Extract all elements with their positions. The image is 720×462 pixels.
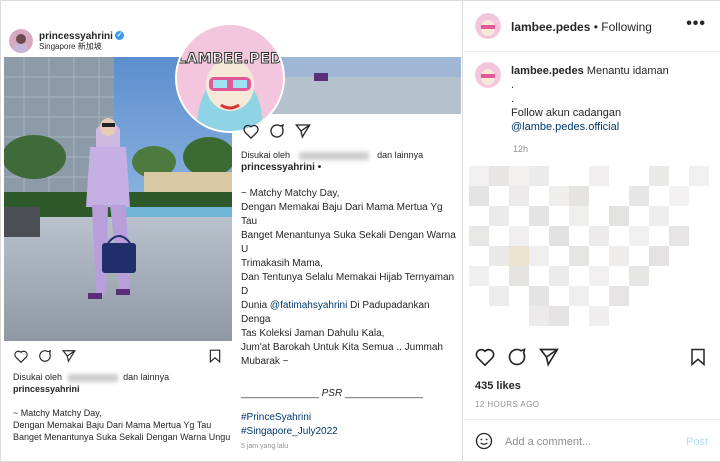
caption-time: 12h	[513, 144, 529, 154]
blurred-username	[298, 151, 369, 160]
caption-line: Banget Menantunya Suka Sekali Dengan War…	[241, 230, 456, 255]
comment-icon[interactable]	[507, 347, 527, 372]
overlay-likes: Disukai oleh dan lainnya	[241, 149, 461, 161]
header-avatar[interactable]	[475, 13, 501, 39]
post-caption: lambee.pedes Menantu idaman . . Follow a…	[511, 64, 711, 134]
caption-line: Jum'at Barokah Untuk Kita Semua .. Jumma…	[241, 342, 443, 353]
blurred-comments	[469, 166, 709, 336]
caption-line: Dengan Memakai Baju Dari Mama Mertua Yg …	[13, 420, 212, 430]
bookmark-icon[interactable]	[209, 349, 221, 368]
caption-line: ~ Matchy Matchy Day,	[241, 188, 340, 199]
likes-count[interactable]: 435 likes	[475, 380, 521, 392]
hashtag-link[interactable]: #PrinceSyahrini	[241, 411, 461, 425]
blurred-username	[67, 373, 118, 382]
likes-suffix: dan lainnya	[377, 150, 424, 160]
caption-line: Dunia	[241, 300, 268, 311]
caption-line: Mubarak ~	[241, 356, 289, 367]
mention-link[interactable]: @fatimahsyahrini	[270, 300, 347, 311]
inner-avatar[interactable]	[9, 29, 33, 53]
post-actions	[475, 347, 559, 372]
inner-location[interactable]: Singapore 新加坡	[39, 42, 124, 52]
instagram-post-panel: lambee.pedes • Following ••• lambee.pede…	[462, 1, 720, 461]
caption-dot: .	[511, 79, 515, 91]
emoji-icon[interactable]	[475, 432, 493, 455]
caption-line: Banget Menantunya Suka Sekali Dengan War…	[13, 432, 231, 442]
more-options-icon[interactable]: •••	[686, 15, 706, 33]
inner-post-text: Disukai oleh dan lainnya princessyahrini…	[13, 371, 238, 443]
following-button[interactable]: Following	[601, 20, 652, 34]
overlay-post-text: Disukai oleh dan lainnya princessyahrini…	[241, 149, 461, 450]
heart-icon[interactable]	[243, 124, 259, 144]
signature-line: ______________ PSR ______________	[241, 388, 423, 399]
caption-line: Trimakasih Mama,	[241, 258, 323, 269]
screenshot-frame: princessyahrini ✓ Singapore 新加坡 LAMBEE.P…	[0, 0, 720, 462]
share-icon[interactable]	[538, 347, 559, 372]
overlay-caption: ~ Matchy Matchy Day, Dengan Memakai Baju…	[241, 187, 461, 369]
inner-actions	[14, 349, 76, 368]
header-username[interactable]: lambee.pedes	[511, 20, 590, 34]
caption-line: Dan Tentunya Selalu Memakai Hijab Ternya…	[241, 272, 455, 297]
caption-dot: .	[511, 93, 515, 105]
separator: •	[593, 20, 598, 34]
caption-text: Menantu idaman	[586, 65, 669, 77]
overlay-actions	[243, 123, 311, 144]
caption-account-link[interactable]: @lambe.pedes.official	[511, 120, 711, 134]
likes-suffix: dan lainnya	[123, 372, 170, 382]
inner-username[interactable]: princessyahrini	[39, 31, 113, 42]
inner-caption-user[interactable]: princessyahrini	[13, 383, 238, 395]
save-bookmark-icon[interactable]	[690, 348, 706, 371]
comment-input[interactable]: Add a comment...	[505, 436, 591, 448]
logo-text: LAMBEE.PEDES	[177, 51, 283, 68]
likes-prefix: Disukai oleh	[13, 372, 63, 382]
lambee-pedes-logo: LAMBEE.PEDES	[177, 25, 283, 131]
overlay-caption-user[interactable]: princessyahrini •	[241, 161, 461, 175]
caption-follow: Follow akun cadangan	[511, 107, 622, 119]
embedded-post-screenshot: princessyahrini ✓ Singapore 新加坡 LAMBEE.P…	[1, 1, 461, 461]
post-header: lambee.pedes • Following •••	[463, 1, 720, 52]
likes-prefix: Disukai oleh	[241, 150, 291, 160]
hashtag-link[interactable]: #Singapore_July2022	[241, 425, 461, 439]
comment-bar: Add a comment... Post	[463, 419, 720, 462]
signature: PSR	[321, 388, 343, 399]
share-icon[interactable]	[294, 123, 311, 144]
caption-avatar[interactable]	[475, 62, 501, 88]
inner-likes: Disukai oleh dan lainnya	[13, 371, 238, 383]
share-icon[interactable]	[61, 349, 76, 368]
verified-icon: ✓	[114, 31, 124, 41]
post-timestamp: 12 HOURS AGO	[475, 400, 540, 409]
caption-line: Dengan Memakai Baju Dari Mama Mertua Yg …	[241, 202, 443, 227]
inner-post-header: princessyahrini ✓ Singapore 新加坡	[9, 27, 124, 55]
comment-icon[interactable]	[38, 349, 52, 368]
heart-icon[interactable]	[14, 350, 28, 368]
post-comment-button[interactable]: Post	[686, 436, 708, 448]
comment-icon[interactable]	[269, 123, 285, 144]
caption-line: ~ Matchy Matchy Day,	[13, 408, 102, 418]
caption-username[interactable]: lambee.pedes	[511, 65, 584, 77]
header-user-line: lambee.pedes • Following	[511, 20, 652, 34]
overlay-time: 5 jam yang lalu	[241, 443, 289, 450]
caption-line: Tas Koleksi Jaman Dahulu Kala,	[241, 328, 385, 339]
like-heart-icon[interactable]	[475, 348, 495, 371]
